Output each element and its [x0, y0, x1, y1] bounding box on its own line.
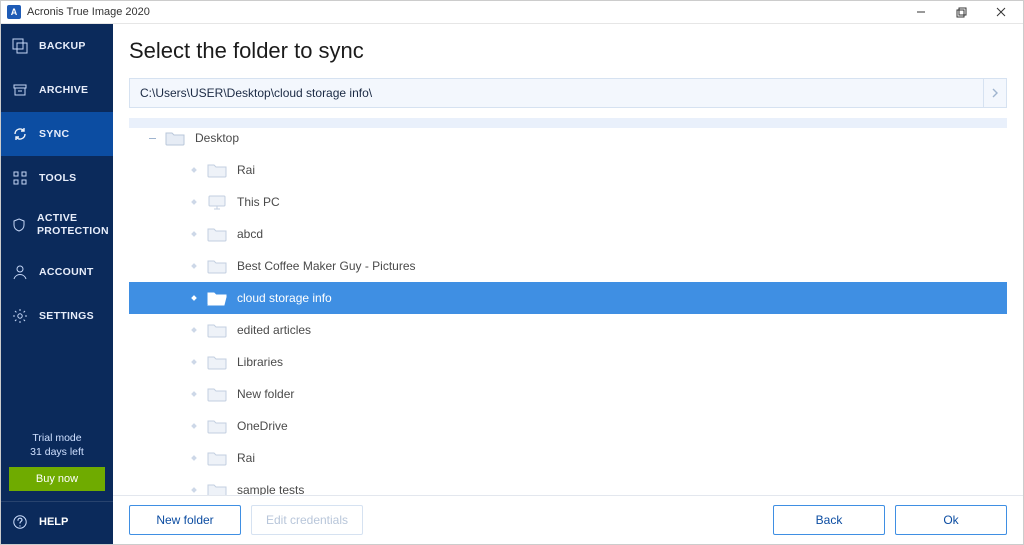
archive-icon [11, 82, 29, 98]
expand-icon[interactable] [187, 360, 201, 364]
tree-root[interactable]: Desktop [129, 118, 1007, 154]
expand-icon[interactable] [187, 328, 201, 332]
sidebar-item-label: BACKUP [39, 40, 86, 53]
ok-button[interactable]: Ok [895, 505, 1007, 535]
expand-icon[interactable] [187, 168, 201, 172]
titlebar: A Acronis True Image 2020 [1, 1, 1023, 24]
expand-icon[interactable] [187, 392, 201, 396]
footer: New folder Edit credentials Back Ok [113, 495, 1023, 544]
folder-icon [207, 386, 227, 402]
trial-line2: 31 days left [7, 445, 107, 459]
expand-icon[interactable] [187, 424, 201, 428]
expand-icon[interactable] [187, 296, 201, 300]
tree-item[interactable]: This PC [129, 186, 1007, 218]
monitor-icon [207, 194, 227, 210]
account-icon [11, 264, 29, 280]
expand-icon[interactable] [187, 456, 201, 460]
sidebar-item-tools[interactable]: TOOLS [1, 156, 113, 200]
sidebar-item-help[interactable]: HELP [1, 501, 113, 544]
folder-icon [207, 354, 227, 370]
gear-icon [11, 308, 29, 324]
path-bar [129, 78, 1007, 108]
folder-open-icon [207, 290, 227, 306]
shield-icon [11, 217, 27, 233]
backup-icon [11, 38, 29, 54]
main-panel: Select the folder to sync [113, 24, 1023, 544]
folder-icon [207, 258, 227, 274]
sync-icon [11, 126, 29, 142]
path-go-button[interactable] [984, 78, 1007, 108]
help-icon [11, 514, 29, 530]
sidebar-item-label: ACTIVE PROTECTION [37, 212, 109, 237]
new-folder-button[interactable]: New folder [129, 505, 241, 535]
tools-icon [11, 170, 29, 186]
sidebar-item-account[interactable]: ACCOUNT [1, 250, 113, 294]
tree-item[interactable]: Libraries [129, 346, 1007, 378]
maximize-button[interactable] [941, 1, 981, 23]
folder-icon [207, 226, 227, 242]
tree-item[interactable]: sample tests [129, 474, 1007, 495]
tree-item[interactable]: Rai [129, 154, 1007, 186]
expand-icon[interactable] [187, 488, 201, 492]
tree-item[interactable]: edited articles [129, 314, 1007, 346]
back-button[interactable]: Back [773, 505, 885, 535]
sidebar-item-settings[interactable]: SETTINGS [1, 294, 113, 338]
expand-icon[interactable] [187, 200, 201, 204]
tree-item[interactable]: OneDrive [129, 410, 1007, 442]
folder-icon [207, 162, 227, 178]
tree-item-label: This PC [237, 195, 280, 209]
tree-item[interactable]: New folder [129, 378, 1007, 410]
tree-item-label: Desktop [195, 131, 239, 145]
sidebar: BACKUP ARCHIVE SYNC [1, 24, 113, 544]
folder-icon [207, 450, 227, 466]
app-window: A Acronis True Image 2020 BACKUP [0, 0, 1024, 545]
sidebar-item-label: HELP [39, 516, 68, 528]
app-title: Acronis True Image 2020 [27, 6, 150, 18]
sidebar-item-label: ARCHIVE [39, 84, 88, 97]
expand-icon[interactable] [187, 232, 201, 236]
buy-now-button[interactable]: Buy now [9, 467, 105, 491]
tree-item-label: Best Coffee Maker Guy - Pictures [237, 259, 416, 273]
tree-item-label: Rai [237, 163, 255, 177]
sidebar-item-sync[interactable]: SYNC [1, 112, 113, 156]
tree-item-label: OneDrive [237, 419, 288, 433]
sidebar-nav: BACKUP ARCHIVE SYNC [1, 24, 113, 338]
tree-item-label: New folder [237, 387, 294, 401]
app-icon: A [7, 5, 21, 19]
tree-item[interactable]: abcd [129, 218, 1007, 250]
tree-item[interactable]: Best Coffee Maker Guy - Pictures [129, 250, 1007, 282]
sidebar-item-archive[interactable]: ARCHIVE [1, 68, 113, 112]
tree-item-label: cloud storage info [237, 291, 332, 305]
tree-item-label: sample tests [237, 483, 304, 495]
tree-item-label: abcd [237, 227, 263, 241]
sidebar-item-label: ACCOUNT [39, 266, 94, 279]
folder-icon [207, 322, 227, 338]
tree-item-label: Rai [237, 451, 255, 465]
tree-item[interactable]: cloud storage info [129, 282, 1007, 314]
minimize-button[interactable] [901, 1, 941, 23]
folder-icon [207, 418, 227, 434]
folder-icon [165, 130, 185, 146]
close-button[interactable] [981, 1, 1021, 23]
folder-tree[interactable]: Desktop Rai This PC abcd Best Coffee Maker … [129, 118, 1007, 495]
tree-item-label: Libraries [237, 355, 283, 369]
path-input[interactable] [129, 78, 984, 108]
expand-icon[interactable] [187, 264, 201, 268]
sidebar-item-backup[interactable]: BACKUP [1, 24, 113, 68]
trial-status: Trial mode 31 days left [1, 427, 113, 463]
sidebar-item-active-protection[interactable]: ACTIVE PROTECTION [1, 200, 113, 250]
edit-credentials-button: Edit credentials [251, 505, 363, 535]
tree-item[interactable]: Rai [129, 442, 1007, 474]
collapse-icon[interactable] [145, 138, 159, 139]
sidebar-item-label: TOOLS [39, 172, 76, 185]
tree-item-label: edited articles [237, 323, 311, 337]
trial-line1: Trial mode [7, 431, 107, 445]
sidebar-item-label: SETTINGS [39, 310, 94, 323]
folder-icon [207, 482, 227, 495]
page-title: Select the folder to sync [129, 38, 1007, 64]
sidebar-item-label: SYNC [39, 128, 69, 141]
